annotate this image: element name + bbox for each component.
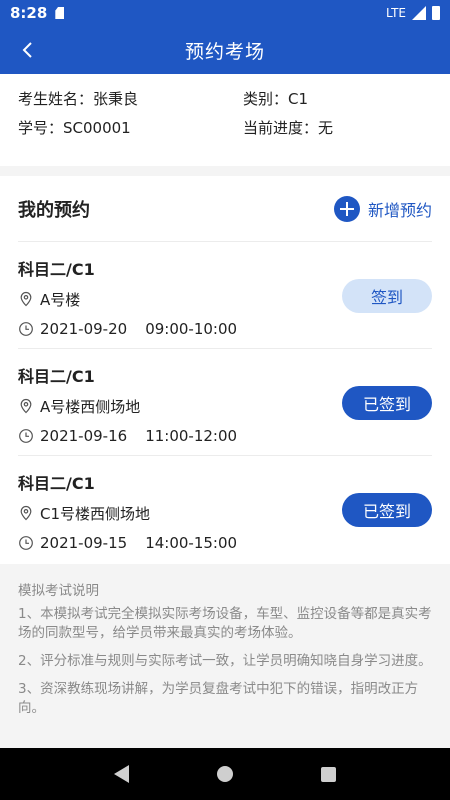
appointment-item: 科目二/C1 C1号楼西侧场地 2021-09-15 14:00-15:00 已… [18, 456, 432, 563]
exam-notes: 模拟考试说明 1、本模拟考试完全模拟实际考场设备，车型、监控设备等都是真实考场的… [0, 564, 450, 748]
battery-icon [432, 6, 440, 20]
notes-title: 模拟考试说明 [18, 583, 99, 599]
top-nav-bar: 预约考场 [0, 26, 450, 74]
network-type: LTE [386, 6, 406, 20]
student-progress: 当前进度：无 [243, 119, 334, 137]
student-info-card: 考生姓名：张秉良 类别：C1 学号：SC00001 当前进度：无 [0, 74, 450, 166]
appointments-header: 我的预约 新增预约 [18, 176, 432, 242]
clock-icon [19, 536, 33, 550]
appointments-title: 我的预约 [18, 199, 90, 221]
back-triangle-icon[interactable] [114, 765, 129, 783]
back-button[interactable] [14, 36, 42, 64]
recents-square-icon[interactable] [321, 766, 336, 782]
page-title: 预约考场 [184, 40, 265, 63]
appointment-time-row: 2021-09-15 14:00-15:00 [18, 531, 432, 555]
appointment-subject: 科目二/C1 [18, 474, 95, 493]
checked-in-button[interactable]: 已签到 [342, 386, 432, 420]
checked-in-button[interactable]: 已签到 [342, 493, 432, 527]
appointment-time: 09:00-10:00 [145, 320, 238, 338]
appointment-location: A号楼西侧场地 [40, 397, 141, 416]
student-category: 类别：C1 [243, 90, 309, 108]
appointment-time-row: 2021-09-20 09:00-10:00 [18, 317, 432, 341]
chevron-left-icon [22, 42, 32, 58]
appointments-section: 我的预约 新增预约 科目二/C1 A号楼 2021-09-20 09:00-10… [0, 176, 450, 564]
appointment-date: 2021-09-20 [40, 320, 128, 338]
system-nav-bar [0, 748, 450, 800]
appointment-time: 14:00-15:00 [145, 534, 238, 552]
appointment-item: 科目二/C1 A号楼 2021-09-20 09:00-10:00 签到 [18, 242, 432, 349]
add-appointment-label: 新增预约 [367, 200, 432, 220]
appointment-subject: 科目二/C1 [18, 260, 95, 279]
sd-card-icon [55, 7, 65, 19]
appointment-date: 2021-09-16 [40, 427, 128, 445]
appointment-location: A号楼 [40, 290, 81, 309]
appointment-location: C1号楼西侧场地 [40, 504, 151, 523]
appointment-item: 科目二/C1 A号楼西侧场地 2021-09-16 11:00-12:00 已签… [18, 349, 432, 456]
student-id: 学号：SC00001 [18, 119, 131, 137]
notes-line: 2、评分标准与规则与实际考试一致，让学员明确知晓自身学习进度。 [18, 653, 432, 669]
appointment-subject: 科目二/C1 [18, 367, 95, 386]
status-right: LTE [386, 6, 440, 20]
status-time: 8:28 [10, 4, 48, 22]
check-in-button[interactable]: 签到 [342, 279, 432, 313]
home-circle-icon[interactable] [217, 766, 233, 782]
location-pin-icon [20, 291, 32, 307]
plus-circle-icon [333, 195, 360, 222]
appointment-time: 11:00-12:00 [145, 427, 238, 445]
appointment-time-row: 2021-09-16 11:00-12:00 [18, 424, 432, 448]
appointment-date: 2021-09-15 [40, 534, 128, 552]
location-pin-icon [20, 398, 32, 414]
notes-line: 3、资深教练现场讲解，为学员复盘考试中犯下的错误，指明改正方向。 [18, 681, 419, 716]
clock-icon [19, 322, 33, 336]
signal-icon [412, 6, 426, 20]
location-pin-icon [20, 505, 32, 521]
student-name: 考生姓名：张秉良 [18, 90, 139, 108]
add-appointment-button[interactable]: 新增预约 [333, 195, 432, 222]
status-bar: 8:28 LTE [0, 0, 450, 26]
clock-icon [19, 429, 33, 443]
notes-line: 1、本模拟考试完全模拟实际考场设备，车型、监控设备等都是真实考场的同款型号，给学… [18, 606, 432, 641]
